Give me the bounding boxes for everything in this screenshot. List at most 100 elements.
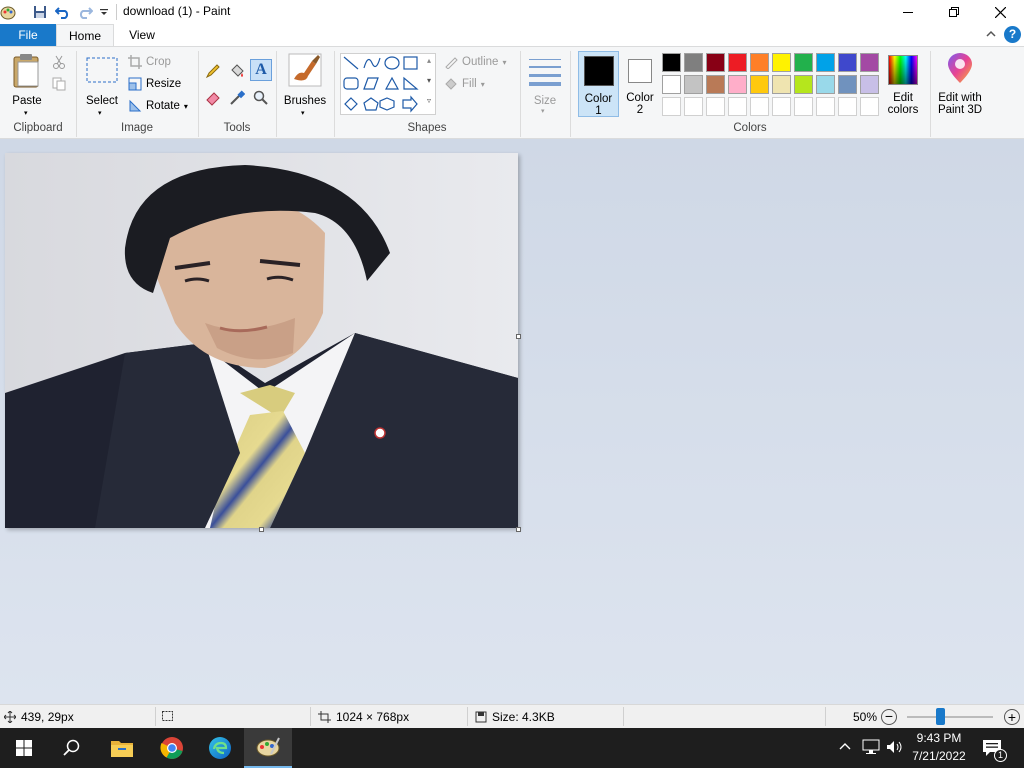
color2-swatch bbox=[628, 59, 652, 83]
crop-icon bbox=[128, 55, 142, 69]
fill-bucket-icon[interactable] bbox=[229, 63, 245, 82]
brushes-button[interactable]: Brushes ▾ bbox=[282, 51, 328, 117]
rotate-button[interactable]: Rotate ▾ bbox=[128, 99, 188, 113]
edit-colors-button[interactable]: Edit colors bbox=[884, 51, 922, 117]
palette-custom-swatch[interactable] bbox=[684, 97, 703, 116]
brush-icon bbox=[288, 53, 322, 87]
resize-handle-bottom[interactable] bbox=[259, 527, 264, 532]
palette-swatch[interactable] bbox=[728, 75, 747, 94]
copy-icon[interactable] bbox=[52, 77, 66, 94]
palette-custom-swatch[interactable] bbox=[816, 97, 835, 116]
palette-swatch[interactable] bbox=[706, 75, 725, 94]
palette-swatch[interactable] bbox=[662, 75, 681, 94]
image-size-icon bbox=[318, 711, 331, 723]
palette-custom-swatch[interactable] bbox=[772, 97, 791, 116]
resize-handle-corner[interactable] bbox=[516, 527, 521, 532]
edge-button[interactable] bbox=[196, 728, 244, 768]
outline-button[interactable]: Outline ▾ bbox=[444, 55, 506, 69]
clock-date[interactable]: 7/21/2022 bbox=[908, 749, 970, 763]
shapes-scroll-up-icon[interactable]: ▴ bbox=[427, 56, 431, 65]
palette-swatch[interactable] bbox=[684, 75, 703, 94]
zoom-out-button[interactable]: − bbox=[881, 709, 897, 725]
palette-custom-swatch[interactable] bbox=[838, 97, 857, 116]
eraser-icon[interactable] bbox=[205, 90, 221, 109]
collapse-ribbon-icon[interactable] bbox=[985, 28, 997, 43]
palette-swatch[interactable] bbox=[794, 75, 813, 94]
palette-swatch[interactable] bbox=[750, 53, 769, 72]
palette-custom-swatch[interactable] bbox=[750, 97, 769, 116]
cursor-move-icon bbox=[4, 711, 16, 723]
color1-button[interactable]: Color 1 bbox=[578, 51, 619, 117]
image-group-label: Image bbox=[121, 122, 153, 134]
customize-quick-access-icon[interactable] bbox=[96, 4, 112, 20]
magnifier-icon[interactable] bbox=[253, 90, 269, 109]
shapes-gallery[interactable]: ▴ ▾ ▿ bbox=[340, 53, 436, 115]
palette-swatch[interactable] bbox=[772, 53, 791, 72]
cut-icon[interactable] bbox=[52, 55, 66, 72]
paint-taskbar-button[interactable] bbox=[244, 728, 292, 768]
palette-custom-swatch[interactable] bbox=[706, 97, 725, 116]
text-tool-icon[interactable]: A bbox=[250, 59, 272, 81]
volume-icon[interactable] bbox=[886, 739, 904, 758]
palette-swatch[interactable] bbox=[728, 53, 747, 72]
redo-icon[interactable] bbox=[77, 4, 93, 20]
chrome-icon bbox=[160, 737, 183, 759]
paste-button[interactable]: Paste ▾ bbox=[6, 51, 48, 117]
palette-swatch[interactable] bbox=[860, 75, 879, 94]
save-icon[interactable] bbox=[32, 4, 48, 20]
tray-overflow-icon[interactable] bbox=[839, 740, 851, 755]
canvas-image[interactable] bbox=[5, 153, 518, 528]
tab-home[interactable]: Home bbox=[56, 24, 114, 46]
resize-button[interactable]: Resize bbox=[128, 77, 181, 91]
shapes-scroll-down-icon[interactable]: ▾ bbox=[427, 76, 431, 85]
fill-button[interactable]: Fill ▾ bbox=[444, 77, 485, 91]
pencil-icon[interactable] bbox=[205, 63, 221, 82]
restore-button[interactable] bbox=[931, 0, 977, 24]
palette-swatch[interactable] bbox=[838, 75, 857, 94]
color-picker-icon[interactable] bbox=[229, 90, 246, 109]
close-button[interactable] bbox=[977, 0, 1023, 24]
palette-custom-swatch[interactable] bbox=[662, 97, 681, 116]
search-button[interactable] bbox=[48, 728, 96, 768]
crop-button[interactable]: Crop bbox=[128, 55, 171, 69]
undo-icon[interactable] bbox=[55, 4, 71, 20]
network-icon[interactable] bbox=[862, 739, 880, 758]
size-icon bbox=[529, 59, 561, 86]
palette-swatch[interactable] bbox=[750, 75, 769, 94]
palette-swatch[interactable] bbox=[684, 53, 703, 72]
palette-swatch[interactable] bbox=[794, 53, 813, 72]
palette-swatch[interactable] bbox=[662, 53, 681, 72]
chrome-button[interactable] bbox=[148, 728, 196, 768]
tab-view[interactable]: View bbox=[114, 24, 170, 46]
palette-swatch[interactable] bbox=[816, 53, 835, 72]
palette-swatch[interactable] bbox=[816, 75, 835, 94]
tab-file[interactable]: File bbox=[0, 24, 56, 46]
file-explorer-button[interactable] bbox=[98, 728, 146, 768]
minimize-button[interactable] bbox=[885, 0, 931, 24]
zoom-in-button[interactable]: + bbox=[1004, 709, 1020, 725]
color2-number: 2 bbox=[636, 104, 644, 116]
palette-custom-swatch[interactable] bbox=[794, 97, 813, 116]
palette-swatch[interactable] bbox=[860, 53, 879, 72]
edit-with-paint3d-button[interactable]: Edit with Paint 3D bbox=[933, 51, 987, 117]
paint-app-icon[interactable] bbox=[0, 4, 16, 20]
shapes-expand-icon[interactable]: ▿ bbox=[427, 96, 431, 105]
resize-handle-right[interactable] bbox=[516, 334, 521, 339]
select-button[interactable]: Select ▾ bbox=[82, 51, 122, 117]
help-icon[interactable]: ? bbox=[1004, 26, 1021, 43]
notification-center-button[interactable]: 1 bbox=[976, 728, 1024, 768]
zoom-slider-thumb[interactable] bbox=[935, 708, 945, 725]
zoom-slider-track[interactable] bbox=[907, 716, 993, 718]
palette-custom-swatch[interactable] bbox=[728, 97, 747, 116]
palette-custom-swatch[interactable] bbox=[860, 97, 879, 116]
clock-time[interactable]: 9:43 PM bbox=[908, 731, 970, 745]
palette-swatch[interactable] bbox=[772, 75, 791, 94]
palette-swatch[interactable] bbox=[706, 53, 725, 72]
size-button[interactable]: Size ▾ bbox=[526, 51, 564, 117]
clipboard-group-label: Clipboard bbox=[13, 122, 63, 134]
start-button[interactable] bbox=[0, 728, 48, 768]
palette-swatch[interactable] bbox=[838, 53, 857, 72]
color2-button[interactable]: Color 2 bbox=[621, 51, 659, 117]
select-label: Select bbox=[86, 95, 118, 107]
fill-label: Fill bbox=[462, 78, 477, 90]
